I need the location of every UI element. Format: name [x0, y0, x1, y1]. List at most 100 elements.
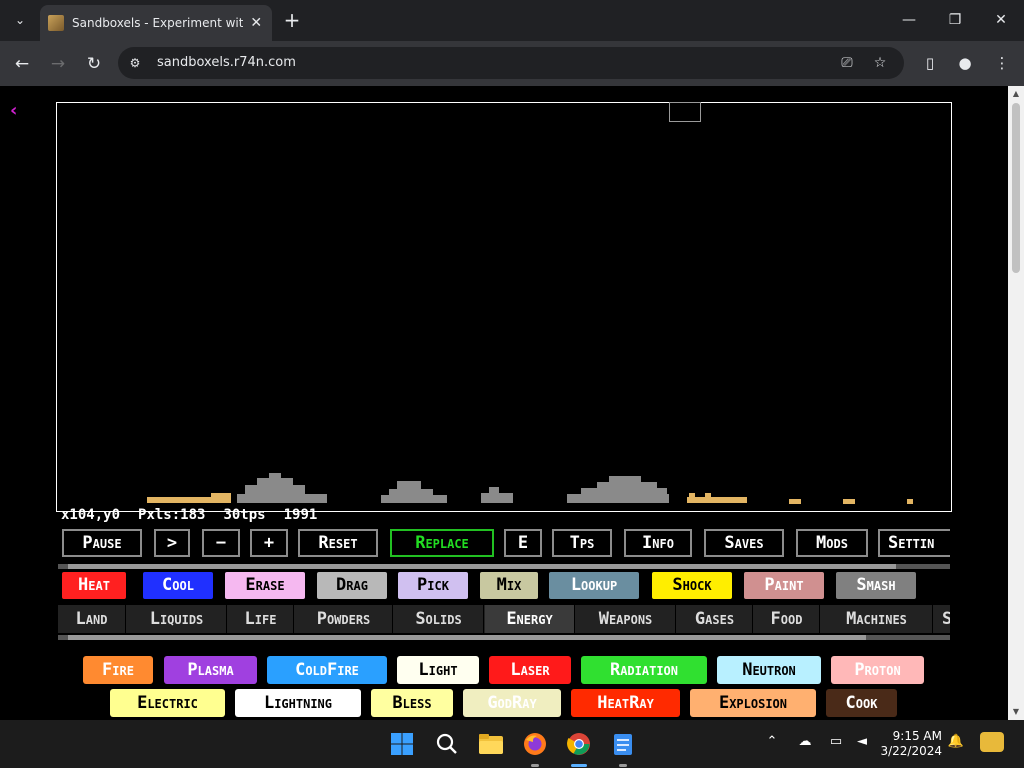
tab-powders[interactable]: Powders: [295, 605, 393, 633]
tab-special[interactable]: S: [934, 605, 950, 633]
element-explosion-button[interactable]: Explosion: [690, 689, 816, 717]
settings-button[interactable]: Settin: [878, 529, 950, 557]
scroll-up-icon[interactable]: ▲: [1008, 86, 1024, 102]
scroll-down-icon[interactable]: ▼: [1008, 704, 1024, 720]
rock-pile: [237, 494, 327, 503]
tab-solids[interactable]: Solids: [394, 605, 484, 633]
side-panel-button[interactable]: ▯: [918, 51, 942, 75]
tab-liquids[interactable]: Liquids: [127, 605, 227, 633]
category-scrollbar[interactable]: [58, 635, 950, 640]
notification-bell-icon[interactable]: 🔔: [946, 734, 966, 749]
tool-paint-button[interactable]: Paint: [744, 572, 824, 599]
element-laser-button[interactable]: Laser: [489, 656, 571, 684]
replace-button[interactable]: Replace: [390, 529, 494, 557]
browser-title-bar: ⌄ Sandboxels - Experiment with P ✕ + — ❐…: [0, 0, 1024, 41]
pixel-count: Pxls:183: [138, 507, 206, 523]
tab-energy[interactable]: Energy: [485, 605, 575, 633]
tool-shock-button[interactable]: Shock: [652, 572, 732, 599]
restore-button[interactable]: ❐: [943, 8, 967, 32]
saves-button[interactable]: Saves: [704, 529, 784, 557]
reset-button[interactable]: Reset: [298, 529, 378, 557]
minimize-icon: —: [902, 12, 916, 28]
game-canvas[interactable]: [56, 102, 952, 512]
tab-life[interactable]: Life: [228, 605, 294, 633]
site-info-button[interactable]: ⚙: [126, 54, 144, 72]
tool-cool-button[interactable]: Cool: [143, 572, 213, 599]
page-scrollbar[interactable]: ▲ ▼: [1008, 86, 1024, 720]
system-clock[interactable]: 9:15 AM 3/22/2024: [880, 729, 942, 759]
search-icon[interactable]: [431, 728, 463, 760]
bookmark-button[interactable]: ☆: [870, 53, 890, 73]
element-search-button[interactable]: E: [504, 529, 542, 557]
tool-mix-button[interactable]: Mix: [480, 572, 538, 599]
element-radiation-button[interactable]: Radiation: [581, 656, 707, 684]
element-proton-button[interactable]: Proton: [831, 656, 924, 684]
element-light-button[interactable]: Light: [397, 656, 479, 684]
element-fire-button[interactable]: Fire: [83, 656, 153, 684]
sand-strip: [689, 493, 695, 497]
brush-smaller-button[interactable]: −: [202, 529, 240, 557]
profile-button[interactable]: ●: [953, 51, 977, 75]
tool-lookup-button[interactable]: Lookup: [549, 572, 639, 599]
firefox-running-indicator: [531, 764, 539, 767]
volume-icon[interactable]: ◄: [852, 734, 872, 749]
browser-tab[interactable]: Sandboxels - Experiment with P ✕: [40, 5, 272, 41]
tps-button[interactable]: Tps: [552, 529, 612, 557]
rock-pile: [257, 478, 293, 485]
pause-button[interactable]: Pause: [62, 529, 142, 557]
new-tab-button[interactable]: +: [282, 9, 302, 31]
chrome-menu-button[interactable]: ⋮: [990, 51, 1014, 75]
element-bless-button[interactable]: Bless: [371, 689, 453, 717]
element-heatray-button[interactable]: HeatRay: [571, 689, 680, 717]
element-neutron-button[interactable]: Neutron: [717, 656, 821, 684]
back-chevron-icon[interactable]: ‹: [10, 100, 17, 121]
brush-bigger-button[interactable]: +: [250, 529, 288, 557]
tool-heat-button[interactable]: Heat: [62, 572, 126, 599]
tool-pick-button[interactable]: Pick: [398, 572, 468, 599]
tab-search-button[interactable]: ⌄: [8, 8, 32, 32]
forward-arrow-icon: →: [50, 54, 66, 74]
page-scrollbar-thumb[interactable]: [1012, 103, 1020, 273]
tool-erase-button[interactable]: Erase: [225, 572, 305, 599]
info-button[interactable]: Info: [624, 529, 692, 557]
forward-button[interactable]: →: [45, 51, 71, 77]
back-button[interactable]: ←: [9, 51, 35, 77]
element-plasma-button[interactable]: Plasma: [164, 656, 257, 684]
element-lightning-button[interactable]: Lightning: [235, 689, 361, 717]
tab-weapons[interactable]: Weapons: [576, 605, 676, 633]
profile-icon: ●: [958, 54, 972, 72]
element-cook-button[interactable]: Cook: [826, 689, 897, 717]
element-coldfire-button[interactable]: ColdFire: [267, 656, 387, 684]
file-explorer-icon[interactable]: [475, 728, 507, 760]
controls-scrollbar[interactable]: [58, 564, 950, 569]
address-bar[interactable]: ⚙ sandboxels.r74n.com ⎚ ☆: [118, 47, 904, 79]
chrome-icon[interactable]: [563, 728, 595, 760]
tool-smash-button[interactable]: Smash: [836, 572, 916, 599]
firefox-icon[interactable]: [519, 728, 551, 760]
tab-close-button[interactable]: ✕: [249, 15, 265, 31]
minimize-button[interactable]: —: [897, 8, 921, 32]
step-button[interactable]: >: [154, 529, 190, 557]
category-scrollbar-thumb[interactable]: [68, 635, 866, 640]
url-text[interactable]: sandboxels.r74n.com: [157, 55, 296, 70]
network-icon[interactable]: ▭: [826, 734, 846, 749]
close-window-button[interactable]: ✕: [989, 8, 1013, 32]
install-app-button[interactable]: ⎚: [837, 53, 857, 73]
tab-machines[interactable]: Machines: [821, 605, 933, 633]
reload-button[interactable]: ↻: [81, 51, 107, 77]
element-godray-button[interactable]: GodRay: [463, 689, 561, 717]
chevron-up-icon[interactable]: ⌃: [762, 734, 782, 749]
tab-food[interactable]: Food: [754, 605, 820, 633]
tab-land[interactable]: Land: [58, 605, 126, 633]
mods-button[interactable]: Mods: [796, 529, 868, 557]
stats-bar: x104,y0 Pxls:183 30tps 1991: [61, 507, 335, 523]
tab-gases[interactable]: Gases: [677, 605, 753, 633]
copilot-icon[interactable]: [980, 732, 1004, 752]
sand-strip: [211, 493, 231, 503]
notepad-icon[interactable]: [607, 728, 639, 760]
windows-start-icon[interactable]: [386, 728, 418, 760]
tool-drag-button[interactable]: Drag: [317, 572, 387, 599]
onedrive-icon[interactable]: ☁: [795, 734, 815, 749]
element-electric-button[interactable]: Electric: [110, 689, 225, 717]
controls-scrollbar-thumb[interactable]: [68, 564, 896, 569]
